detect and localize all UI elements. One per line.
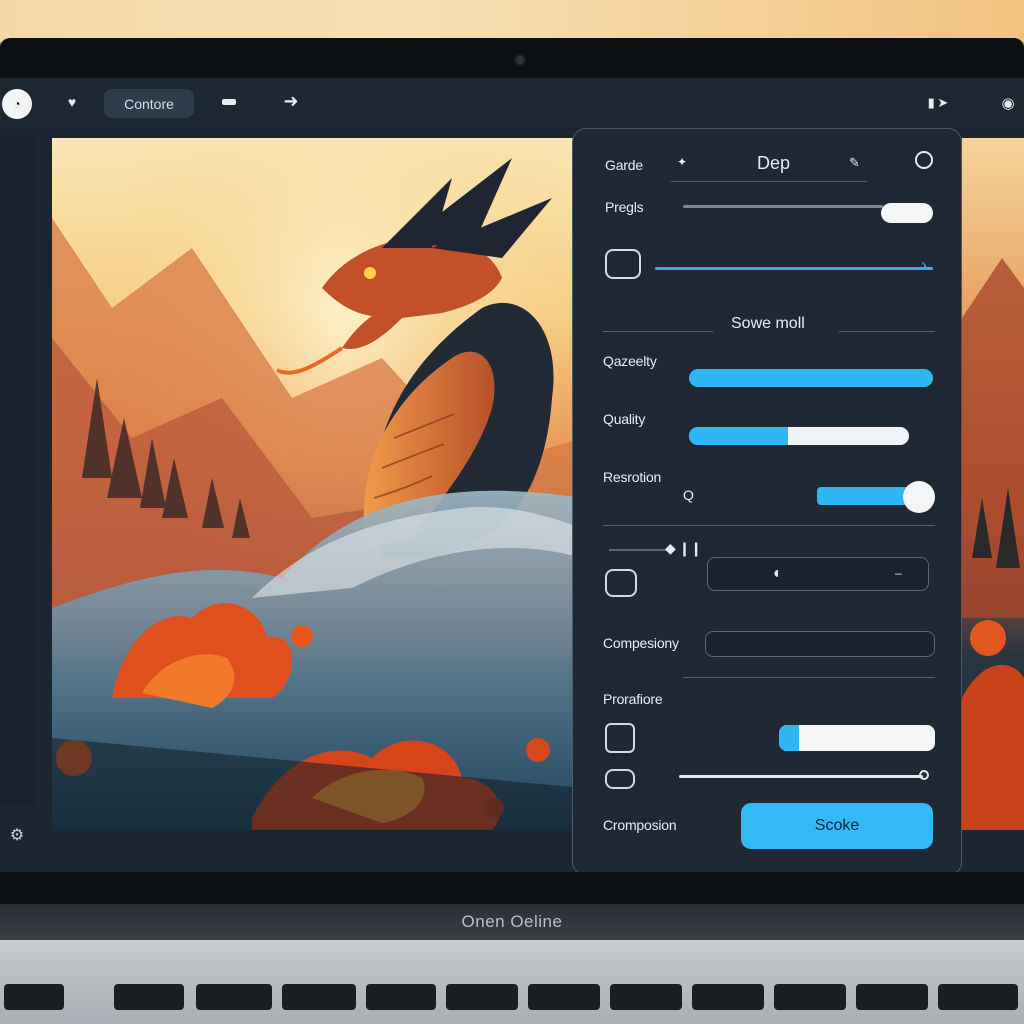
row1-underline xyxy=(671,181,867,182)
tab-contore[interactable]: Contore xyxy=(104,89,194,118)
divider-1 xyxy=(603,525,935,526)
image-canvas-edge xyxy=(962,138,1024,830)
divider-2 xyxy=(683,677,935,678)
circle-icon[interactable] xyxy=(915,151,933,169)
qazeelty-slider[interactable] xyxy=(689,369,933,387)
minus-icon[interactable] xyxy=(218,92,240,112)
resrotion-suffix: Q xyxy=(683,487,694,503)
stack-icon[interactable] xyxy=(605,569,637,597)
keyboard-key[interactable] xyxy=(774,984,846,1010)
section-divider-left xyxy=(603,331,713,332)
keyboard-key[interactable] xyxy=(282,984,356,1010)
keyboard-key[interactable] xyxy=(4,984,64,1010)
gear-icon[interactable]: ⚙ xyxy=(6,824,28,846)
quality-slider[interactable] xyxy=(689,427,909,445)
top-toolbar: ◔ ♥ Contore ➜ ▮ ➤ ◉ xyxy=(0,78,1024,128)
keyboard-key[interactable] xyxy=(938,984,1018,1010)
mode-value[interactable]: Dep xyxy=(757,153,790,174)
arrow-right-icon: › xyxy=(921,255,927,275)
compesiony-field[interactable] xyxy=(705,631,935,657)
sparkle-icon[interactable]: ✦ xyxy=(677,155,687,169)
keyboard-key[interactable] xyxy=(114,984,184,1010)
section-title: Sowe moll xyxy=(731,315,805,332)
keyboard-deck xyxy=(0,940,1024,1024)
heart-icon[interactable]: ♥ xyxy=(62,92,82,112)
compesiony-label: Compesiony xyxy=(603,635,679,651)
compression-track[interactable] xyxy=(679,775,923,778)
cromposion-label: Cromposion xyxy=(603,817,677,833)
image-canvas xyxy=(52,138,582,830)
prorafiore-bar-fill xyxy=(779,725,799,751)
image-icon[interactable] xyxy=(605,249,641,279)
arrow-track[interactable] xyxy=(655,267,933,270)
file-icon[interactable] xyxy=(605,723,635,753)
background-wall xyxy=(0,0,1024,42)
pregls-track[interactable] xyxy=(683,205,883,208)
qazeelty-label: Qazeelty xyxy=(603,353,657,369)
keyboard-key[interactable] xyxy=(610,984,682,1010)
webcam xyxy=(514,54,526,66)
mini-diamond-icon[interactable]: ◆ ❙❙ xyxy=(665,540,702,557)
pen-icon[interactable]: ✎ xyxy=(849,155,860,171)
keyboard-key[interactable] xyxy=(856,984,928,1010)
arrow-right-icon[interactable]: ➜ xyxy=(280,90,302,112)
link-icon[interactable] xyxy=(605,769,635,789)
device-cursor-icon[interactable]: ▮ ➤ xyxy=(918,91,958,115)
pregls-toggle[interactable] xyxy=(881,203,933,223)
resrotion-label: Resrotion xyxy=(603,469,662,485)
mini-track[interactable] xyxy=(609,549,669,551)
compression-knob[interactable] xyxy=(919,770,929,780)
prorafiore-bar[interactable] xyxy=(779,725,935,751)
quality-slider-fill xyxy=(689,427,788,445)
dash-icon[interactable]: – xyxy=(895,566,902,580)
resrotion-toggle-knob[interactable] xyxy=(903,481,935,513)
clock-icon[interactable]: ◔ xyxy=(2,89,32,119)
keyboard-key[interactable] xyxy=(446,984,518,1010)
keyboard-key[interactable] xyxy=(366,984,436,1010)
app-screen: ◔ ♥ Contore ➜ ▮ ➤ ◉ ⚙ Garde ✦ Dep ✎ Preg… xyxy=(0,78,1024,872)
keyboard-key[interactable] xyxy=(692,984,764,1010)
left-rail xyxy=(0,136,34,806)
section-divider-right xyxy=(839,331,935,332)
dragon-artwork xyxy=(52,138,582,830)
settings-panel: Garde ✦ Dep ✎ Pregls › Sowe moll Qazeelt… xyxy=(572,128,962,872)
laptop-chin-label: Onen Oeline xyxy=(461,912,563,931)
eye-icon[interactable]: ◉ xyxy=(994,91,1022,115)
garde-label: Garde xyxy=(605,157,643,173)
quality-label: Quality xyxy=(603,411,646,427)
prorafiore-label: Prorafiore xyxy=(603,691,663,707)
keyboard-key[interactable] xyxy=(528,984,600,1010)
pregls-label: Pregls xyxy=(605,199,644,215)
scoke-button[interactable]: Scoke xyxy=(741,803,933,849)
keyboard-key[interactable] xyxy=(196,984,272,1010)
target-icon[interactable]: ◐ xyxy=(773,565,783,583)
